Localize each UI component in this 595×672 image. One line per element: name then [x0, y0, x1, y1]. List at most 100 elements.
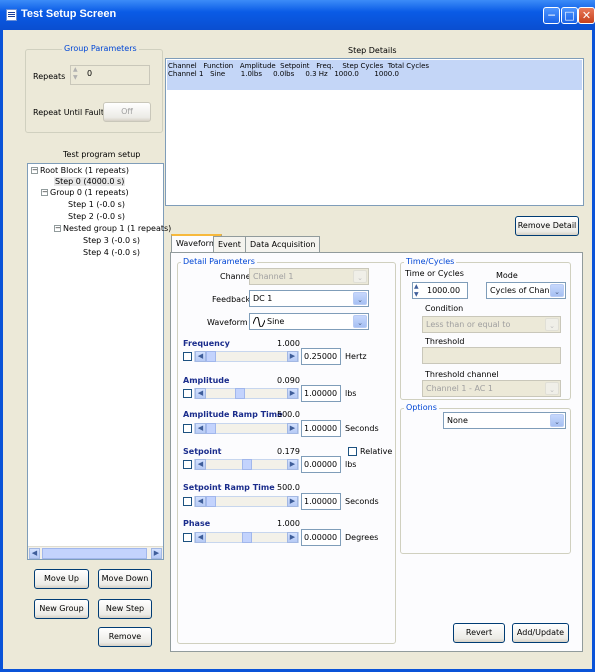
frequency-checkbox[interactable]	[183, 352, 192, 361]
setpoint-input[interactable]: 0.00000	[301, 456, 341, 473]
slider-right-icon[interactable]: ▶	[287, 423, 298, 434]
new-group-button[interactable]: New Group	[34, 599, 89, 619]
slider-thumb[interactable]	[206, 351, 216, 362]
threshold-channel-select[interactable]: Channel 1 - AC 1 ⌄	[422, 380, 561, 397]
tree-item-root[interactable]: − Root Block (1 repeats)	[31, 166, 129, 175]
mode-select[interactable]: Cycles of Channel ⌄	[486, 282, 566, 299]
repeat-until-fault-toggle[interactable]: Off	[103, 102, 151, 122]
chevron-down-icon[interactable]: ⌄	[545, 318, 559, 331]
setpoint-title: Setpoint	[183, 447, 222, 456]
scrollbar-thumb[interactable]	[42, 548, 147, 559]
maximize-button[interactable]: □	[561, 7, 578, 24]
feedback-select[interactable]: DC 1 ⌄	[249, 290, 369, 307]
slider-left-icon[interactable]: ◀	[195, 496, 206, 507]
collapse-icon[interactable]: −	[41, 189, 48, 196]
add-update-button[interactable]: Add/Update	[512, 623, 569, 643]
tree-item-step-4[interactable]: Step 4 (-0.0 s)	[83, 248, 140, 257]
slider-thumb[interactable]	[206, 423, 216, 434]
slider-thumb[interactable]	[242, 532, 252, 543]
slider-thumb[interactable]	[235, 388, 245, 399]
channel-select[interactable]: Channel 1 ⌄	[249, 268, 369, 285]
chevron-down-icon[interactable]: ⌄	[550, 414, 564, 427]
slider-left-icon[interactable]: ◀	[195, 423, 206, 434]
slider-right-icon[interactable]: ▶	[287, 459, 298, 470]
close-icon: ✕	[581, 9, 592, 22]
close-button[interactable]: ✕	[578, 7, 595, 24]
waveform-select[interactable]: Sine ⌄	[249, 313, 369, 330]
tree-item-nested-group-1[interactable]: − Nested group 1 (1 repeats)	[54, 224, 171, 233]
new-step-button[interactable]: New Step	[98, 599, 152, 619]
slider-left-icon[interactable]: ◀	[195, 351, 206, 362]
minimize-button[interactable]: ─	[543, 7, 560, 24]
condition-select[interactable]: Less than or equal to ⌄	[422, 316, 561, 333]
amplitude-ramp-input[interactable]: 1.00000	[301, 420, 341, 437]
chevron-down-icon[interactable]: ⌄	[353, 292, 367, 305]
title-bar[interactable]: Test Setup Screen ─ □ ✕	[0, 0, 595, 30]
tab-event[interactable]: Event	[213, 236, 246, 252]
tree-item-step-2[interactable]: Step 2 (-0.0 s)	[68, 212, 125, 221]
chevron-down-icon[interactable]: ⌄	[550, 284, 564, 297]
amplitude-checkbox[interactable]	[183, 389, 192, 398]
spinner-arrows-icon[interactable]: ▲ ▼	[73, 66, 78, 82]
phase-input[interactable]: 0.00000	[301, 529, 341, 546]
app-icon	[6, 9, 17, 21]
chevron-down-icon[interactable]: ⌄	[353, 315, 367, 328]
repeats-spinner[interactable]: 0	[70, 65, 150, 85]
tree-item-label: Step 3 (-0.0 s)	[83, 236, 140, 245]
phase-title: Phase	[183, 519, 211, 528]
spinner-arrows-icon[interactable]: ▲ ▼	[414, 283, 419, 299]
slider-left-icon[interactable]: ◀	[195, 459, 206, 470]
frequency-slider[interactable]: ◀ ▶	[194, 351, 299, 362]
slider-thumb[interactable]	[242, 459, 252, 470]
chevron-down-icon[interactable]: ⌄	[545, 382, 559, 395]
setpoint-ramp-input[interactable]: 1.00000	[301, 493, 341, 510]
amplitude-input[interactable]: 1.00000	[301, 385, 341, 402]
slider-right-icon[interactable]: ▶	[287, 388, 298, 399]
feedback-label: Feedback	[212, 295, 251, 304]
tree-item-group-0[interactable]: − Group 0 (1 repeats)	[41, 188, 129, 197]
revert-button[interactable]: Revert	[453, 623, 505, 643]
tree-item-step-0[interactable]: Step 0 (4000.0 s)	[54, 177, 126, 186]
remove-button[interactable]: Remove	[98, 627, 152, 647]
slider-right-icon[interactable]: ▶	[287, 351, 298, 362]
move-down-button[interactable]: Move Down	[98, 569, 152, 589]
collapse-icon[interactable]: −	[54, 225, 61, 232]
channel-value: Channel 1	[253, 272, 294, 281]
chevron-down-icon[interactable]: ⌄	[353, 270, 367, 283]
amplitude-ramp-checkbox[interactable]	[183, 424, 192, 433]
phase-checkbox[interactable]	[183, 533, 192, 542]
options-value: None	[447, 416, 468, 425]
slider-thumb[interactable]	[206, 496, 216, 507]
tab-data-acquisition[interactable]: Data Acquisition	[245, 236, 321, 252]
tree-item-step-1[interactable]: Step 1 (-0.0 s)	[68, 200, 125, 209]
relative-checkbox[interactable]	[348, 447, 357, 456]
setpoint-ramp-max: 500.0	[277, 483, 300, 492]
time-or-cycles-label: Time or Cycles	[405, 269, 464, 278]
setpoint-slider[interactable]: ◀ ▶	[194, 459, 299, 470]
collapse-icon[interactable]: −	[31, 167, 38, 174]
time-or-cycles-spinner[interactable]: 1000.00	[412, 282, 468, 299]
tree-horizontal-scrollbar[interactable]: ◀ ▶	[28, 546, 163, 559]
setpoint-checkbox[interactable]	[183, 460, 192, 469]
scroll-left-icon[interactable]: ◀	[29, 548, 40, 559]
move-up-button[interactable]: Move Up	[34, 569, 89, 589]
amplitude-slider[interactable]: ◀ ▶	[194, 388, 299, 399]
slider-left-icon[interactable]: ◀	[195, 388, 206, 399]
slider-left-icon[interactable]: ◀	[195, 532, 206, 543]
slider-right-icon[interactable]: ▶	[287, 532, 298, 543]
step-details-list[interactable]: Channel Function Amplitude Setpoint Freq…	[165, 58, 584, 206]
tree-item-step-3[interactable]: Step 3 (-0.0 s)	[83, 236, 140, 245]
remove-detail-button[interactable]: Remove Detail	[515, 216, 579, 236]
slider-right-icon[interactable]: ▶	[287, 496, 298, 507]
setpoint-ramp-checkbox[interactable]	[183, 497, 192, 506]
options-select[interactable]: None ⌄	[443, 412, 566, 429]
phase-unit: Degrees	[345, 533, 379, 542]
phase-slider[interactable]: ◀ ▶	[194, 532, 299, 543]
setpoint-ramp-title: Setpoint Ramp Time	[183, 483, 275, 492]
test-program-tree[interactable]: − Root Block (1 repeats) Step 0 (4000.0 s…	[27, 163, 171, 560]
setpoint-ramp-slider[interactable]: ◀ ▶	[194, 496, 299, 507]
frequency-input[interactable]: 0.25000	[301, 348, 341, 365]
amplitude-ramp-slider[interactable]: ◀ ▶	[194, 423, 299, 434]
threshold-input[interactable]	[422, 347, 561, 364]
scroll-right-icon[interactable]: ▶	[151, 548, 162, 559]
